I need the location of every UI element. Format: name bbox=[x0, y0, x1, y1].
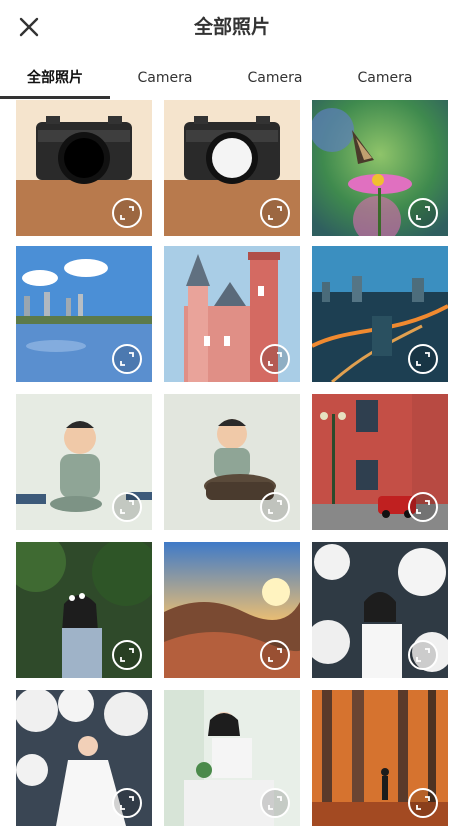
expand-icon bbox=[268, 796, 282, 810]
active-tab-indicator bbox=[0, 96, 110, 99]
photo-tile[interactable] bbox=[164, 690, 300, 826]
expand-icon bbox=[268, 648, 282, 662]
expand-button[interactable] bbox=[260, 788, 290, 818]
photo-grid bbox=[0, 100, 464, 832]
expand-button[interactable] bbox=[408, 344, 438, 374]
expand-icon bbox=[120, 206, 134, 220]
photo-tile[interactable] bbox=[312, 100, 448, 236]
expand-button[interactable] bbox=[112, 344, 142, 374]
expand-icon bbox=[268, 352, 282, 366]
expand-button[interactable] bbox=[260, 492, 290, 522]
photo-tile[interactable] bbox=[164, 246, 300, 382]
photo-tile[interactable] bbox=[164, 100, 300, 236]
expand-icon bbox=[120, 796, 134, 810]
tab-camera-2[interactable]: Camera bbox=[220, 56, 330, 100]
expand-icon bbox=[120, 500, 134, 514]
expand-button[interactable] bbox=[112, 640, 142, 670]
expand-icon bbox=[416, 500, 430, 514]
photo-tile[interactable] bbox=[16, 100, 152, 236]
photo-tile[interactable] bbox=[16, 394, 152, 530]
photo-tile[interactable] bbox=[164, 394, 300, 530]
album-tabs: 全部照片 Camera Camera Camera bbox=[0, 56, 464, 100]
photo-tile[interactable] bbox=[312, 690, 448, 826]
expand-button[interactable] bbox=[112, 788, 142, 818]
photo-tile[interactable] bbox=[312, 394, 448, 530]
tab-all-photos[interactable]: 全部照片 bbox=[0, 56, 110, 100]
photo-tile[interactable] bbox=[312, 246, 448, 382]
photo-tile[interactable] bbox=[164, 542, 300, 678]
expand-icon bbox=[416, 206, 430, 220]
expand-icon bbox=[416, 648, 430, 662]
expand-button[interactable] bbox=[112, 492, 142, 522]
expand-button[interactable] bbox=[260, 198, 290, 228]
expand-icon bbox=[416, 796, 430, 810]
expand-icon bbox=[416, 352, 430, 366]
expand-icon bbox=[268, 500, 282, 514]
photo-tile[interactable] bbox=[16, 246, 152, 382]
expand-button[interactable] bbox=[408, 198, 438, 228]
expand-button[interactable] bbox=[112, 198, 142, 228]
photo-tile[interactable] bbox=[16, 690, 152, 826]
top-bar: 全部照片 bbox=[0, 0, 464, 52]
expand-button[interactable] bbox=[408, 640, 438, 670]
expand-button[interactable] bbox=[408, 492, 438, 522]
expand-icon bbox=[120, 352, 134, 366]
expand-icon bbox=[120, 648, 134, 662]
photo-tile[interactable] bbox=[312, 542, 448, 678]
expand-button[interactable] bbox=[408, 788, 438, 818]
tab-camera-1[interactable]: Camera bbox=[110, 56, 220, 100]
photo-tile[interactable] bbox=[16, 542, 152, 678]
expand-icon bbox=[268, 206, 282, 220]
page-title: 全部照片 bbox=[193, 16, 270, 38]
expand-button[interactable] bbox=[260, 344, 290, 374]
expand-button[interactable] bbox=[260, 640, 290, 670]
tab-camera-3[interactable]: Camera bbox=[330, 56, 440, 100]
